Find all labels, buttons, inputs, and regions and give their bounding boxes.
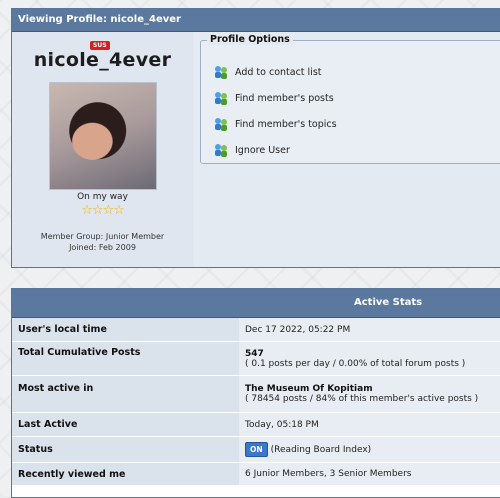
row-label: User's local time	[12, 318, 239, 341]
recent-viewers-text: 6 Junior Members, 3 Senior Members	[245, 469, 412, 479]
add-contact-label: Add to contact list	[235, 66, 322, 78]
profile-summary: SUS nicole_4ever On my way ☆☆☆☆ Member G…	[12, 32, 193, 267]
row-label: Last Active	[12, 413, 239, 436]
find-topics-label: Find member's topics	[235, 118, 337, 130]
profile-options-legend: Profile Options	[207, 34, 293, 45]
active-stats-table: Active Stats User's local time Dec 17 20…	[11, 288, 500, 498]
status-value: ON (Reading Board Index)	[239, 437, 500, 462]
contacts-icon	[215, 118, 227, 131]
ignore-user-link[interactable]: Ignore User	[213, 142, 290, 158]
joined-date: Joined: Feb 2009	[69, 243, 136, 252]
profile-panel: Viewing Profile: nicole_4ever SUS nicole…	[11, 8, 500, 268]
table-row: Status ON (Reading Board Index)	[12, 437, 500, 463]
stats-header: Active Stats	[12, 289, 500, 318]
table-row: User's local time Dec 17 2022, 05:22 PM	[12, 318, 500, 342]
most-active-detail: ( 78454 posts / 84% of this member's act…	[245, 394, 479, 404]
add-contact-link[interactable]: Add to contact list	[213, 64, 322, 80]
table-row: Total Cumulative Posts 547 ( 0.1 posts p…	[12, 342, 500, 376]
avatar	[49, 82, 157, 190]
local-time-text: Dec 17 2022, 05:22 PM	[245, 324, 351, 335]
member-group: Member Group: Junior Member	[40, 232, 165, 241]
row-label: Recently viewed me	[12, 463, 239, 485]
local-time-value: Dec 17 2022, 05:22 PM	[239, 318, 500, 341]
stats-header-title: Active Stats	[239, 289, 500, 317]
table-row: Most active in The Museum Of Kopitiam ( …	[12, 376, 500, 413]
username: nicole_4ever	[33, 49, 172, 71]
table-row: Recently viewed me 6 Junior Members, 3 S…	[12, 463, 500, 486]
find-topics-link[interactable]: Find member's topics	[213, 116, 337, 132]
status-activity: (Reading Board Index)	[270, 444, 372, 455]
profile-header: Viewing Profile: nicole_4ever	[12, 9, 500, 32]
contacts-icon	[215, 144, 227, 157]
posts-detail: ( 0.1 posts per day / 0.00% of total for…	[245, 358, 466, 369]
posts-value: 547 ( 0.1 posts per day / 0.00% of total…	[239, 342, 500, 375]
find-posts-link[interactable]: Find member's posts	[213, 90, 334, 106]
last-active-text: Today, 05:18 PM	[245, 419, 319, 430]
recent-viewers-value: 6 Junior Members, 3 Senior Members	[239, 463, 500, 485]
profile-options: Profile Options Add to contact list Find…	[200, 34, 500, 164]
last-active-value: Today, 05:18 PM	[239, 413, 500, 436]
online-status-badge: ON	[245, 442, 268, 457]
table-row: Last Active Today, 05:18 PM	[12, 413, 500, 437]
row-label: Most active in	[12, 376, 239, 412]
rating-stars-icon: ☆☆☆☆	[81, 203, 125, 218]
most-active-value: The Museum Of Kopitiam ( 78454 posts / 8…	[239, 376, 500, 412]
contacts-icon	[215, 92, 227, 105]
row-label: Total Cumulative Posts	[12, 342, 239, 375]
stats-header-left	[12, 289, 239, 317]
find-posts-label: Find member's posts	[235, 92, 334, 104]
ignore-user-label: Ignore User	[235, 144, 290, 156]
contacts-icon	[215, 66, 227, 79]
row-label: Status	[12, 437, 239, 462]
personal-status: On my way	[77, 192, 128, 202]
most-active-forum-link[interactable]: The Museum Of Kopitiam	[245, 384, 500, 394]
posts-count: 547	[245, 348, 264, 359]
